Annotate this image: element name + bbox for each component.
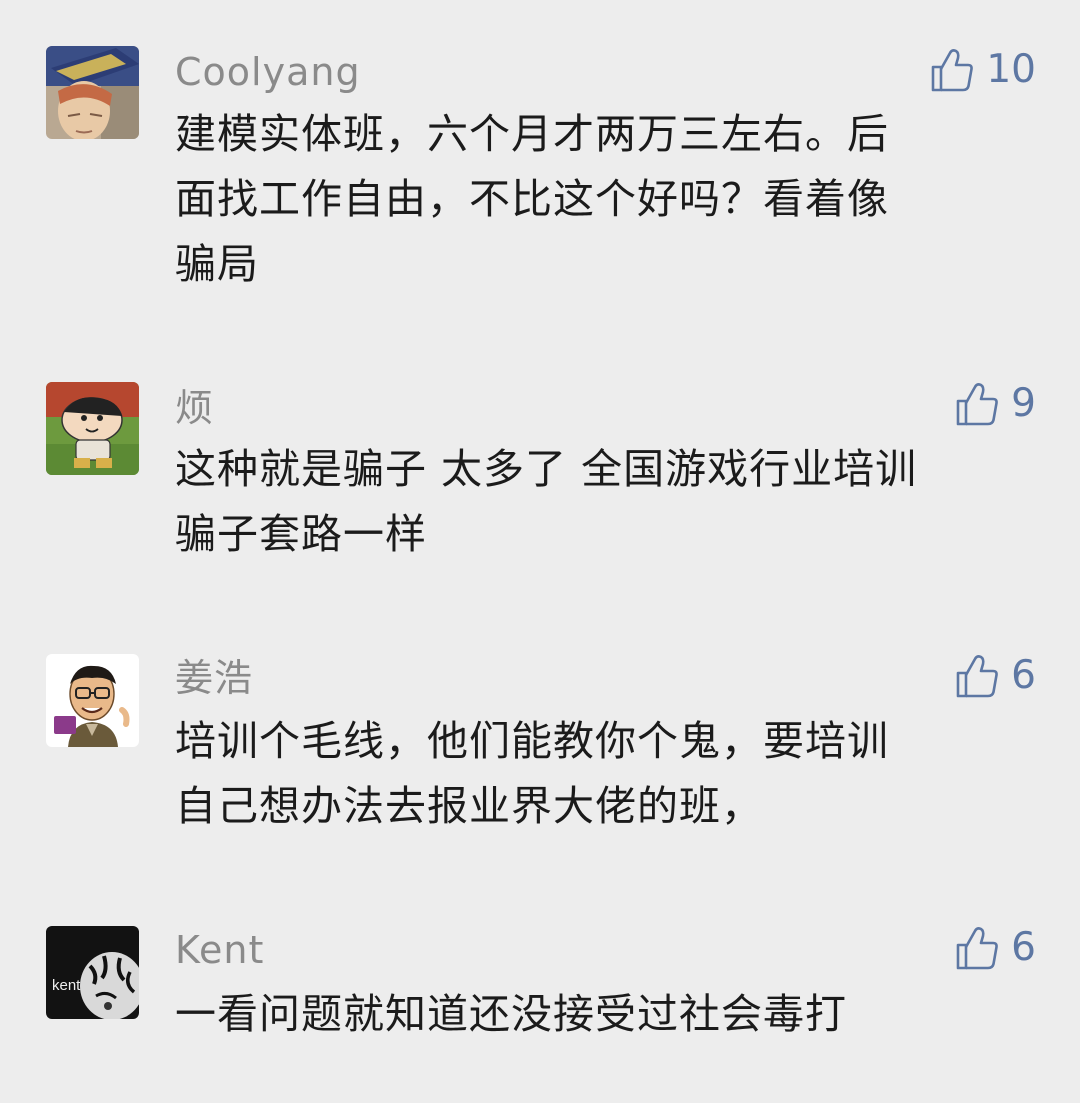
cartoon-boy-avatar-icon <box>46 382 139 475</box>
comment-line: 培训个毛线，他们能教你个鬼，要培训 <box>175 717 889 765</box>
thumbs-up-icon <box>956 927 999 970</box>
like-count: 6 <box>1011 925 1036 970</box>
like-count: 6 <box>1011 653 1036 698</box>
avatar-label: kent <box>52 977 81 994</box>
like-button[interactable]: 10 <box>930 46 1036 94</box>
caricature-man-avatar-icon <box>46 654 139 747</box>
like-count: 9 <box>1011 381 1036 426</box>
commenter-name[interactable]: Coolyang <box>175 50 361 94</box>
thumbs-up-icon <box>932 49 974 92</box>
like-button[interactable]: 6 <box>955 924 1036 972</box>
comment-text: 培训个毛线，他们能教你个鬼，要培训 自己想办法去报业界大佬的班， <box>175 709 1035 839</box>
like-count: 10 <box>986 47 1036 92</box>
comment-line: 建模实体班，六个月才两万三左右。后 <box>175 110 889 158</box>
thumbs-up-icon <box>956 655 999 698</box>
comment-line: 骗局 <box>175 240 259 288</box>
like-button[interactable]: 6 <box>955 652 1036 700</box>
anime-character-avatar-icon <box>46 46 139 139</box>
avatar[interactable] <box>46 654 139 747</box>
tiger-kent-avatar-icon: kent <box>46 926 139 1019</box>
like-button[interactable]: 9 <box>955 380 1036 428</box>
commenter-name[interactable]: 姜浩 <box>175 656 253 700</box>
comment-text: 这种就是骗子 太多了 全国游戏行业培训 骗子套路一样 <box>175 437 1035 567</box>
avatar[interactable] <box>46 382 139 475</box>
commenter-name[interactable]: 烦 <box>175 386 214 430</box>
avatar[interactable]: kent <box>46 926 139 1019</box>
commenter-name[interactable]: Kent <box>175 928 264 972</box>
comment-line: 这种就是骗子 太多了 全国游戏行业培训 <box>175 445 918 493</box>
thumbs-up-icon <box>956 383 999 426</box>
avatar[interactable] <box>46 46 139 139</box>
comment-line: 骗子套路一样 <box>175 510 427 558</box>
comment-line: 一看问题就知道还没接受过社会毒打 <box>175 990 847 1038</box>
comment-text: 一看问题就知道还没接受过社会毒打 <box>175 982 1035 1047</box>
comment-line: 面找工作自由，不比这个好吗？看着像 <box>175 175 889 223</box>
comment-line: 自己想办法去报业界大佬的班， <box>175 782 763 830</box>
comment-text: 建模实体班，六个月才两万三左右。后 面找工作自由，不比这个好吗？看着像 骗局 <box>175 102 1035 297</box>
